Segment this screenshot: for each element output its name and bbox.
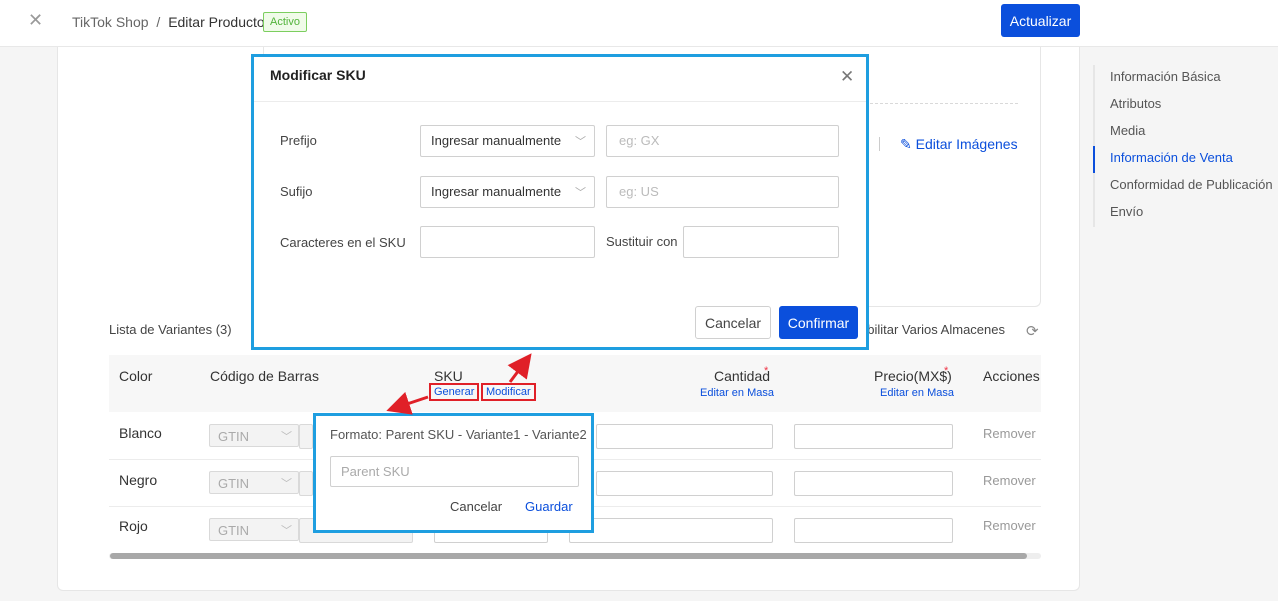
annotation-arrows — [386, 353, 532, 415]
arrow-to-modal — [507, 353, 532, 383]
arrow-to-popover — [386, 391, 429, 415]
